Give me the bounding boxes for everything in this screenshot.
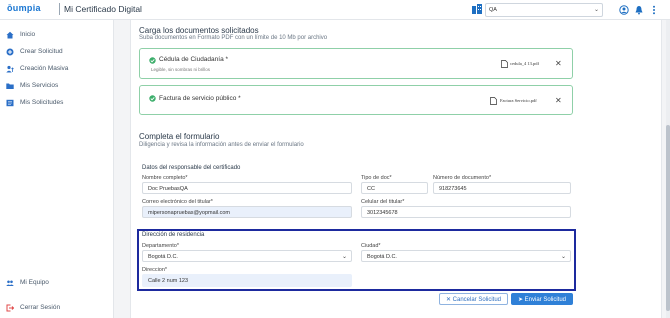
uploaded-file-name: cedula_4 13.pdf	[510, 61, 539, 66]
doc-number-input[interactable]: 918273645	[433, 182, 571, 194]
person-upload-icon	[6, 65, 14, 72]
sidebar-item-label: Cerrar Sesión	[20, 304, 61, 311]
sidebar-item-label: Mis Solicitudes	[20, 99, 64, 106]
doc-type-select[interactable]: CC	[361, 182, 428, 194]
doc-type-label: Tipo de doc*	[361, 175, 392, 181]
team-icon	[6, 280, 14, 286]
brand-logo[interactable]: ōumpia	[7, 3, 41, 13]
department-value: Bogotá D.C.	[148, 254, 178, 260]
sidebar-item-mis-solicitudes[interactable]: Mis Solicitudes	[6, 97, 110, 108]
full-name-label: Nombre completo*	[142, 175, 188, 181]
documents-title: Carga los documentos solicitados	[139, 26, 259, 35]
sidebar-item-label: Creación Masiva	[20, 65, 69, 72]
responsible-section-title: Datos del responsable del certificado	[142, 165, 241, 171]
email-input[interactable]: mipersonapruebas@yopmail.com	[142, 206, 352, 218]
document-title: Factura de servicio público *	[159, 95, 241, 102]
app-title: Mi Certificado Digital	[64, 4, 142, 14]
check-circle-icon	[149, 57, 156, 64]
phone-input[interactable]: 3012345678	[361, 206, 571, 218]
bell-icon[interactable]	[634, 5, 644, 15]
city-label: Ciudad*	[361, 243, 381, 249]
sidebar-item-creacion-masiva[interactable]: Creación Masiva	[6, 63, 110, 74]
address-section-title: Dirección de residencia	[142, 232, 205, 238]
documents-subtitle: Suba documentos en Formato PDF con un lí…	[139, 35, 328, 41]
logout-icon	[6, 304, 14, 311]
phone-label: Celular del titular*	[361, 199, 405, 205]
account-circle-icon[interactable]	[619, 5, 629, 15]
sidebar-item-cerrar-sesion[interactable]: Cerrar Sesión	[6, 302, 110, 313]
chevron-down-icon: ⌄	[560, 254, 566, 260]
send-request-button[interactable]: ➤ Enviar Solicitud	[511, 293, 573, 305]
document-upload-cedula: Cédula de Ciudadanía * Legible, sin somb…	[139, 48, 573, 79]
document-upload-factura: Factura de servicio público * Factura Se…	[139, 85, 573, 115]
scrollbar-thumb[interactable]	[666, 125, 670, 311]
plus-icon	[6, 48, 14, 55]
check-circle-icon	[149, 95, 156, 102]
address-label: Direccion*	[142, 267, 168, 273]
document-hint: Legible, sin sombras ni brillos	[151, 67, 211, 72]
scrollbar[interactable]	[666, 20, 670, 318]
list-icon	[6, 99, 14, 106]
city-select[interactable]: Bogotá D.C. ⌄	[361, 250, 571, 262]
file-icon	[501, 60, 508, 68]
doc-number-label: Número de documento*	[433, 175, 492, 181]
home-icon	[6, 31, 14, 38]
menu-dots-icon[interactable]	[649, 5, 659, 15]
sidebar-item-label: Mi Equipo	[20, 279, 49, 286]
department-select[interactable]: Bogotá D.C. ⌄	[142, 250, 352, 262]
form-subtitle: Diligencia y revisa la información antes…	[139, 142, 304, 148]
sidebar-item-label: Mis Servicios	[20, 82, 59, 89]
sidebar-item-inicio[interactable]: Inicio	[6, 29, 110, 40]
building-icon	[472, 4, 482, 14]
top-bar: ōumpia Mi Certificado Digital QA ⌄	[0, 0, 670, 20]
uploaded-file-name: Factura Servicio.pdf	[500, 98, 537, 103]
full-name-input[interactable]: Doc PruebasQA	[142, 182, 352, 194]
environment-value: QA	[489, 7, 497, 13]
remove-file-button[interactable]: ✕	[555, 97, 562, 105]
form-title: Completa el formulario	[139, 132, 220, 141]
sidebar-item-mis-servicios[interactable]: Mis Servicios	[6, 80, 110, 91]
remove-file-button[interactable]: ✕	[555, 60, 562, 68]
sidebar-item-label: Inicio	[20, 31, 36, 38]
sidebar-item-label: Crear Solicitud	[20, 48, 63, 55]
folder-icon	[6, 83, 14, 89]
logo-divider	[59, 3, 60, 15]
email-label: Correo electrónico del titular*	[142, 199, 213, 205]
address-input[interactable]: Calle 2 num 123	[142, 274, 352, 287]
document-title: Cédula de Ciudadanía *	[159, 56, 229, 63]
chevron-down-icon: ⌄	[341, 254, 347, 260]
city-value: Bogotá D.C.	[367, 254, 397, 260]
environment-select[interactable]: QA ⌄	[485, 3, 603, 17]
department-label: Departamento*	[142, 243, 179, 249]
sidebar-item-crear-solicitud[interactable]: Crear Solicitud	[6, 46, 110, 57]
cancel-request-button[interactable]: ✕ Cancelar Solicitud	[439, 293, 508, 305]
doc-type-value: CC	[367, 186, 375, 192]
sidebar-item-mi-equipo[interactable]: Mi Equipo	[6, 277, 110, 288]
chevron-down-icon: ⌄	[593, 7, 599, 13]
file-icon	[490, 97, 497, 105]
